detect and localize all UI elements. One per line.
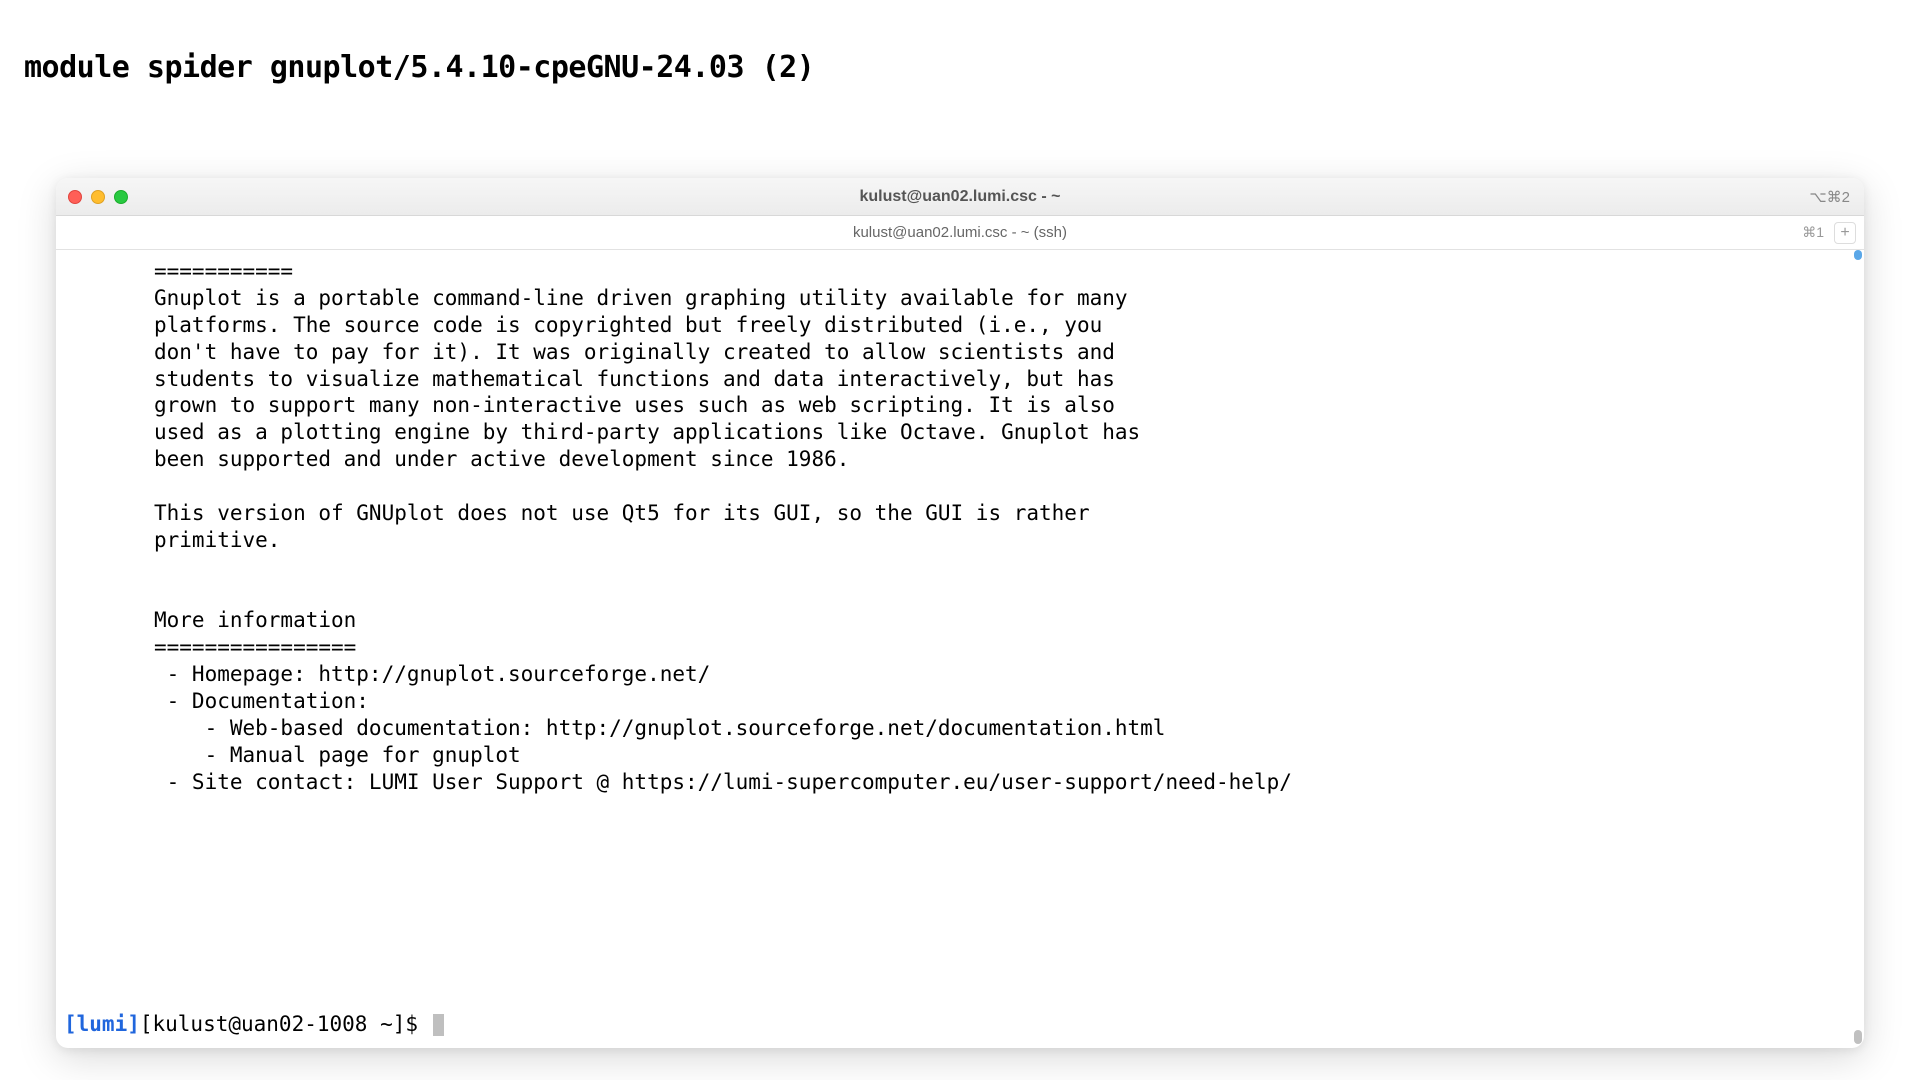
terminal-output: =========== Gnuplot is a portable comman…	[64, 258, 1856, 796]
prompt-path: [kulust@uan02-1008 ~]$	[140, 1012, 431, 1036]
output-line: been supported and under active developm…	[154, 447, 849, 471]
traffic-lights	[68, 190, 128, 204]
scrollbar[interactable]	[1854, 250, 1862, 1048]
page-heading: module spider gnuplot/5.4.10-cpeGNU-24.0…	[0, 0, 1920, 85]
output-line: - Documentation:	[154, 689, 369, 713]
output-line: - Homepage: http://gnuplot.sourceforge.n…	[154, 662, 710, 686]
prompt-line[interactable]: [lumi][kulust@uan02-1008 ~]$	[64, 1011, 444, 1038]
zoom-window-button[interactable]	[114, 190, 128, 204]
tab-bar: kulust@uan02.lumi.csc - ~ (ssh) ⌘1 +	[56, 216, 1864, 250]
close-window-button[interactable]	[68, 190, 82, 204]
output-line: used as a plotting engine by third-party…	[154, 420, 1140, 444]
window-shortcut-label: ⌥⌘2	[1809, 188, 1850, 206]
cursor-icon	[433, 1014, 444, 1036]
output-line: students to visualize mathematical funct…	[154, 367, 1115, 391]
new-tab-button[interactable]: +	[1834, 222, 1856, 244]
tab-ssh[interactable]: kulust@uan02.lumi.csc - ~ (ssh)	[56, 216, 1864, 249]
output-line: - Site contact: LUMI User Support @ http…	[154, 770, 1292, 794]
window-title: kulust@uan02.lumi.csc - ~	[860, 188, 1061, 206]
scroll-indicator-icon	[1854, 250, 1862, 260]
output-line: - Manual page for gnuplot	[154, 743, 521, 767]
section-header: More information	[154, 608, 356, 632]
tab-shortcut-label: ⌘1	[1802, 224, 1824, 241]
output-line: platforms. The source code is copyrighte…	[154, 313, 1102, 337]
output-line: grown to support many non-interactive us…	[154, 393, 1115, 417]
terminal-window: kulust@uan02.lumi.csc - ~ ⌥⌘2 kulust@uan…	[56, 178, 1864, 1048]
output-line: primitive.	[154, 528, 280, 552]
prompt-host: [lumi]	[64, 1012, 140, 1036]
tab-right-widgets: ⌘1 +	[1802, 222, 1856, 244]
scroll-thumb[interactable]	[1854, 1030, 1862, 1044]
divider-line: ================	[154, 635, 356, 659]
terminal-body[interactable]: =========== Gnuplot is a portable comman…	[56, 250, 1864, 1048]
output-line: don't have to pay for it). It was origin…	[154, 340, 1115, 364]
output-line: This version of GNUplot does not use Qt5…	[154, 501, 1090, 525]
minimize-window-button[interactable]	[91, 190, 105, 204]
window-titlebar[interactable]: kulust@uan02.lumi.csc - ~ ⌥⌘2	[56, 178, 1864, 216]
output-line: Gnuplot is a portable command-line drive…	[154, 286, 1128, 310]
divider-line: ===========	[154, 259, 293, 283]
plus-icon: +	[1840, 224, 1849, 242]
tab-label: kulust@uan02.lumi.csc - ~ (ssh)	[853, 224, 1067, 241]
output-line: - Web-based documentation: http://gnuplo…	[154, 716, 1165, 740]
